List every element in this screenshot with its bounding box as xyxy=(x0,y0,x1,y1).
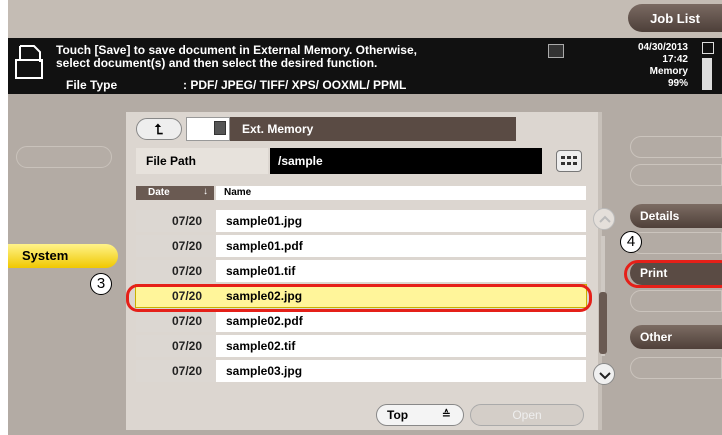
right-ghost-button-4 xyxy=(630,290,722,312)
usb-memory-icon xyxy=(214,121,226,135)
keyboard-icon[interactable] xyxy=(556,150,582,172)
list-item[interactable]: 07/20 sample02.tif xyxy=(136,335,586,357)
name-column-header[interactable]: Name xyxy=(216,186,586,200)
open-button: Open xyxy=(470,404,584,426)
file-name: sample03.jpg xyxy=(216,360,586,382)
system-tab[interactable]: System xyxy=(8,244,118,268)
file-name: sample01.tif xyxy=(216,260,586,282)
list-item[interactable]: 07/20 sample02.pdf xyxy=(136,310,586,332)
back-up-button[interactable]: ⮤ xyxy=(136,118,182,140)
document-icon xyxy=(15,45,43,79)
other-button[interactable]: Other xyxy=(630,325,722,349)
storage-icon xyxy=(548,44,564,58)
file-path-label: File Path xyxy=(136,148,268,174)
list-item[interactable]: 07/20 sample01.jpg xyxy=(136,210,586,232)
memory-value: 99% xyxy=(667,78,688,89)
location-label: Ext. Memory xyxy=(230,117,516,141)
list-item[interactable]: 07/20 sample03.jpg xyxy=(136,360,586,382)
file-name: sample02.pdf xyxy=(216,310,586,332)
message-bar: Touch [Save] to save document in Externa… xyxy=(8,38,722,94)
status-date: 04/30/2013 xyxy=(637,42,688,53)
up-arrow-icon: ⮤ xyxy=(154,120,164,137)
list-item[interactable]: 07/20 sample01.tif xyxy=(136,260,586,282)
scroll-down-button[interactable] xyxy=(593,363,615,385)
top-button-label: Top xyxy=(387,408,409,422)
status-time: 17:42 xyxy=(662,54,688,65)
chevron-up-icon xyxy=(599,215,611,223)
file-date: 07/20 xyxy=(136,260,216,282)
details-button[interactable]: Details xyxy=(630,204,722,228)
top-button[interactable]: Top ≙ xyxy=(376,404,464,426)
selected-row-callout xyxy=(126,284,592,312)
sort-down-icon: ↓ xyxy=(203,186,208,197)
list-item[interactable]: 07/20 sample01.pdf xyxy=(136,235,586,257)
date-column-label: Date xyxy=(148,187,170,198)
date-column-header[interactable]: Date ↓ xyxy=(136,186,214,200)
file-path-field[interactable]: /sample xyxy=(270,148,542,174)
mfp-screen: Job List Touch [Save] to save document i… xyxy=(8,0,722,435)
file-type-label: File Type xyxy=(66,78,118,92)
scrollbar-thumb[interactable] xyxy=(599,292,607,354)
print-button-callout xyxy=(624,260,722,288)
file-date: 07/20 xyxy=(136,210,216,232)
file-date: 07/20 xyxy=(136,310,216,332)
right-ghost-button-1 xyxy=(630,136,722,158)
file-date: 07/20 xyxy=(136,335,216,357)
scroll-up-button[interactable] xyxy=(593,208,615,230)
left-ghost-button xyxy=(16,146,112,168)
right-ghost-button-3 xyxy=(630,232,722,254)
grid-icon xyxy=(702,42,714,54)
file-name: sample01.jpg xyxy=(216,210,586,232)
job-list-button[interactable]: Job List xyxy=(628,4,722,32)
top-strip xyxy=(8,0,722,38)
memory-meter xyxy=(702,58,712,90)
up-down-icon: ≙ xyxy=(441,409,451,421)
file-type-value: : PDF/ JPEG/ TIFF/ XPS/ OOXML/ PPML xyxy=(183,78,407,92)
step-3-marker: 3 xyxy=(90,273,112,295)
right-ghost-button-2 xyxy=(630,164,722,186)
right-ghost-button-5 xyxy=(630,357,722,379)
step-4-marker: 4 xyxy=(620,231,642,253)
message-line-2: select document(s) and then select the d… xyxy=(56,56,378,70)
file-name: sample01.pdf xyxy=(216,235,586,257)
column-header: Date ↓ Name xyxy=(136,186,586,200)
file-name: sample02.tif xyxy=(216,335,586,357)
memory-label: Memory xyxy=(649,66,688,77)
memory-meter-fill xyxy=(703,59,711,89)
file-date: 07/20 xyxy=(136,235,216,257)
location-bar: Ext. Memory xyxy=(186,117,516,141)
chevron-down-icon xyxy=(599,372,611,380)
status-panel: 04/30/2013 17:42 Memory 99% xyxy=(608,42,688,90)
file-date: 07/20 xyxy=(136,360,216,382)
